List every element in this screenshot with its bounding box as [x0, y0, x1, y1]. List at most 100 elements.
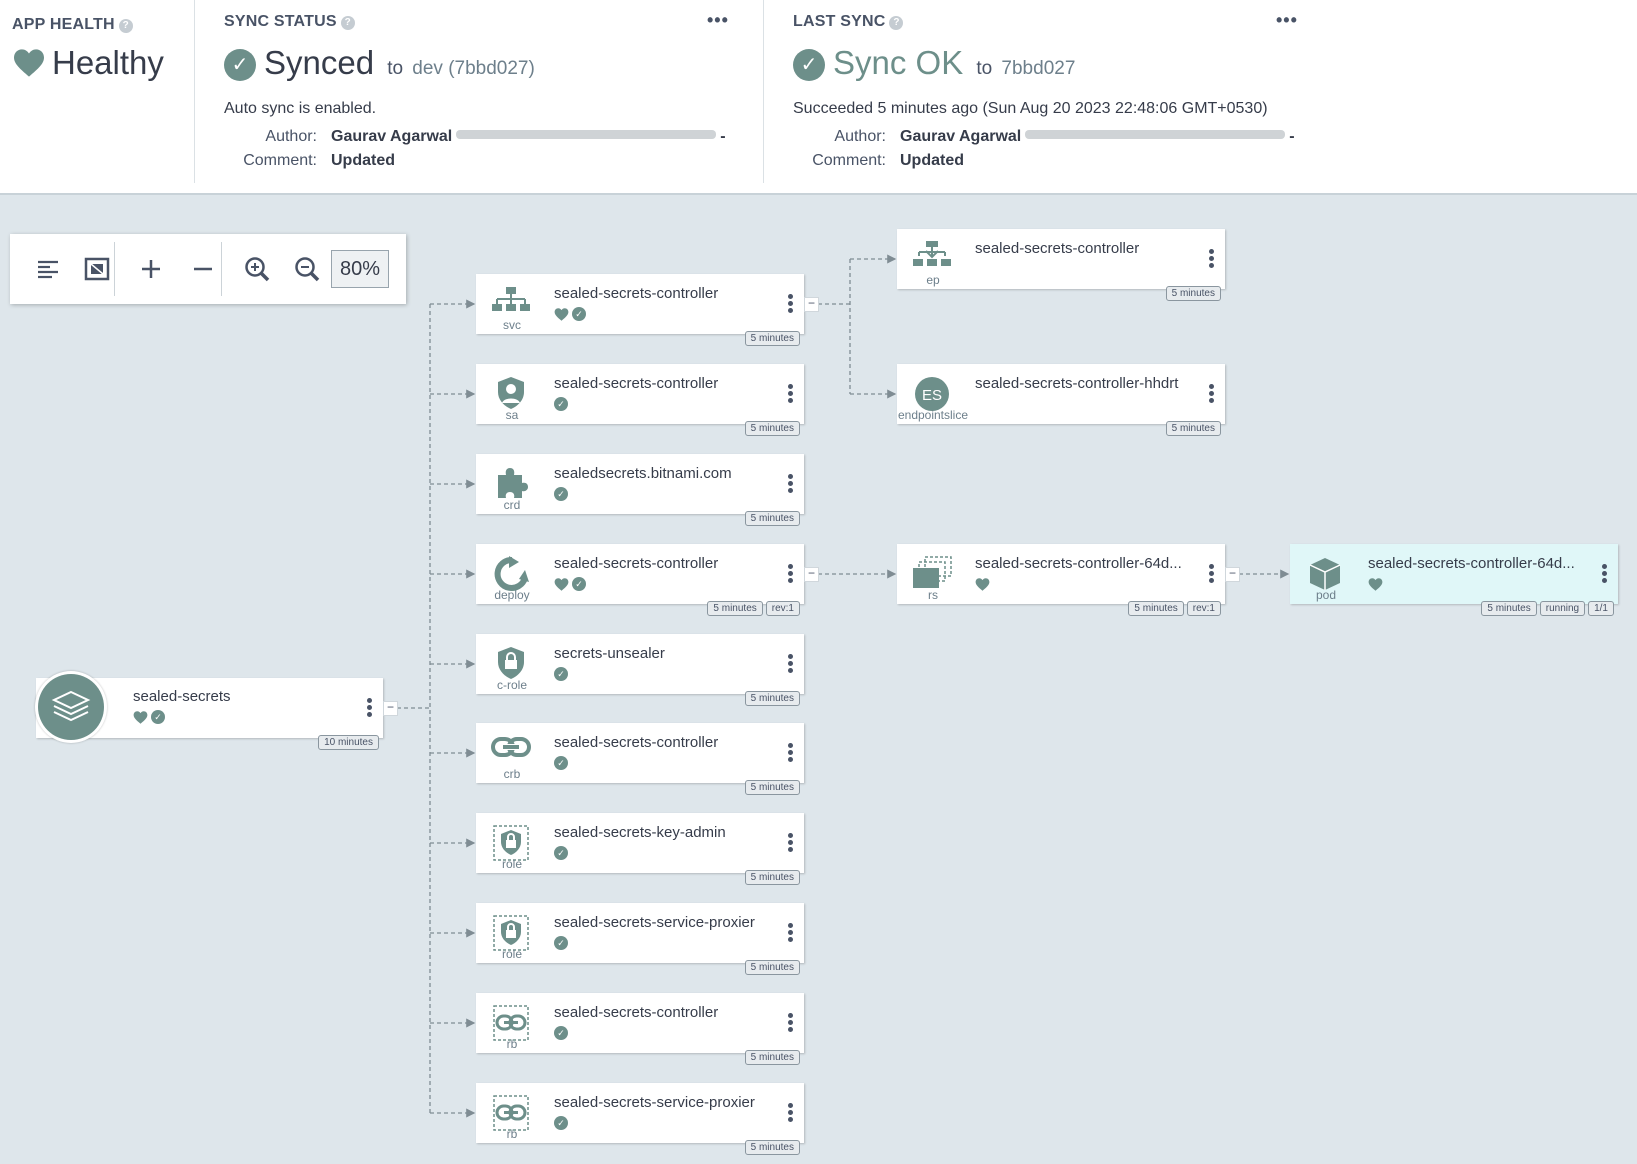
info-badge: 5 minutes: [1165, 421, 1221, 436]
resource-node-endpointslice[interactable]: ES endpointslice sealed-secrets-controller…: [897, 364, 1225, 436]
layers-icon: [51, 690, 91, 722]
node-menu-button[interactable]: [784, 833, 796, 857]
node-menu-button[interactable]: [1205, 384, 1217, 408]
service-icon: [488, 286, 534, 322]
heart-icon: [133, 710, 148, 724]
resource-node-role[interactable]: role sealed-secrets-service-proxier ✓ 5 min…: [476, 903, 804, 975]
resource-node-rb[interactable]: rb sealed-secrets-service-proxier ✓ 5 minut…: [476, 1083, 804, 1155]
info-badge: 5 minutes: [707, 601, 763, 616]
resource-kind-label: sa: [505, 408, 519, 422]
resource-name: secrets-unsealer: [554, 645, 665, 662]
role-binding-icon: [488, 1005, 534, 1041]
resource-name: sealed-secrets-controller: [554, 734, 719, 751]
collapse-toggle[interactable]: −: [1225, 567, 1240, 582]
role-icon: [488, 825, 534, 861]
resource-node-crb[interactable]: crb sealed-secrets-controller ✓ 5 minutes: [476, 723, 804, 795]
info-badge: 5 minutes: [744, 1140, 800, 1155]
info-badge: 5 minutes: [1165, 286, 1221, 301]
endpointslice-icon: ES: [909, 376, 955, 412]
cluster-role-icon: [488, 646, 534, 682]
node-menu-button[interactable]: [1205, 564, 1217, 588]
check-circle-icon: ✓: [572, 307, 586, 321]
resource-node-rs[interactable]: rs sealed-secrets-controller-64d... 5 minu…: [897, 544, 1225, 616]
resource-status: ✓: [554, 396, 568, 412]
resource-node-pod[interactable]: pod sealed-secrets-controller-64d... 5 min…: [1290, 544, 1618, 616]
node-menu-button[interactable]: [784, 474, 796, 498]
node-menu-button[interactable]: [784, 384, 796, 408]
info-badge: running: [1539, 601, 1586, 616]
zoom-out-icon: [295, 257, 320, 282]
node-menu-button[interactable]: [1598, 564, 1610, 588]
replicaset-icon: [909, 556, 955, 592]
node-menu-button[interactable]: [784, 743, 796, 767]
node-menu-button[interactable]: [1205, 249, 1217, 273]
info-badge: 5 minutes: [744, 780, 800, 795]
resource-node-ep[interactable]: ep sealed-secrets-controller 5 minutes: [897, 229, 1225, 301]
resource-name: sealed-secrets-controller-64d...: [975, 555, 1182, 572]
check-circle-icon: ✓: [554, 397, 568, 411]
node-badges: 5 minutes rev:1: [707, 601, 800, 616]
node-badges: 5 minutes: [1165, 286, 1221, 301]
node-menu-button[interactable]: [363, 698, 375, 722]
resource-status: ✓: [554, 666, 568, 682]
collapse-toggle[interactable]: −: [804, 567, 819, 582]
resource-name: sealed-secrets-controller: [554, 1004, 719, 1021]
resource-node-c-role[interactable]: c-role secrets-unsealer ✓ 5 minutes: [476, 634, 804, 706]
resource-name: sealed-secrets-key-admin: [554, 824, 726, 841]
collapse-toggle[interactable]: −: [804, 297, 819, 312]
node-badges: 5 minutes: [744, 870, 800, 885]
pod-icon: [1302, 556, 1348, 592]
node-badges: 5 minutes: [744, 960, 800, 975]
zoom-in-button[interactable]: [232, 234, 282, 304]
node-menu-button[interactable]: [784, 564, 796, 588]
node-menu-button[interactable]: [784, 1103, 796, 1127]
resource-node-rb[interactable]: rb sealed-secrets-controller ✓ 5 minutes: [476, 993, 804, 1065]
resource-node-crd[interactable]: crd sealedsecrets.bitnami.com ✓ 5 minutes: [476, 454, 804, 526]
resource-node-sa[interactable]: sa sealed-secrets-controller ✓ 5 minutes: [476, 364, 804, 436]
puzzle-icon: [488, 466, 534, 502]
resource-name: sealed-secrets-service-proxier: [554, 1094, 755, 1111]
svg-text:ES: ES: [922, 387, 942, 404]
node-menu-button[interactable]: [784, 654, 796, 678]
resource-status: [1368, 576, 1383, 592]
zoom-level[interactable]: 80%: [331, 250, 389, 288]
zoom-in-icon: [245, 257, 270, 282]
resource-kind-label: c-role: [496, 678, 527, 692]
resource-name: sealed-secrets-controller: [554, 285, 719, 302]
align-left-icon: [38, 260, 58, 279]
info-badge: rev:1: [765, 601, 800, 616]
heart-icon: [554, 577, 569, 591]
resource-kind-label: crb: [503, 767, 521, 781]
expand-button[interactable]: [126, 234, 176, 304]
node-menu-button[interactable]: [784, 1013, 796, 1037]
resource-status: [975, 576, 990, 592]
collapse-toggle[interactable]: −: [383, 701, 398, 716]
node-badges: 5 minutes: [744, 511, 800, 526]
node-menu-button[interactable]: [784, 294, 796, 318]
resource-kind-label: role: [501, 857, 522, 871]
check-circle-icon: ✓: [554, 1026, 568, 1040]
check-circle-icon: ✓: [554, 846, 568, 860]
zoom-out-button[interactable]: [282, 234, 332, 304]
resource-status: ✓: [554, 1115, 568, 1131]
fit-screen-icon: [84, 257, 110, 281]
resource-name: sealed-secrets-controller: [554, 375, 719, 392]
resource-status: ✓: [554, 1025, 568, 1041]
resource-node-deploy[interactable]: deploy sealed-secrets-controller ✓ 5 minute…: [476, 544, 804, 616]
align-left-button[interactable]: [23, 234, 73, 304]
resource-status: ✓: [554, 755, 568, 771]
resource-node-role[interactable]: role sealed-secrets-key-admin ✓ 5 minutes: [476, 813, 804, 885]
resource-status: ✓: [554, 576, 586, 592]
check-circle-icon: ✓: [554, 667, 568, 681]
resource-kind-label: deploy: [494, 588, 530, 602]
info-badge: 5 minutes: [744, 960, 800, 975]
node-menu-button[interactable]: [784, 923, 796, 947]
application-name: sealed-secrets: [133, 688, 231, 705]
node-badges: 5 minutes: [744, 1050, 800, 1065]
info-badge: 5 minutes: [744, 870, 800, 885]
resource-kind-label: svc: [503, 318, 521, 332]
resource-node-svc[interactable]: svc sealed-secrets-controller ✓ 5 minutes: [476, 274, 804, 346]
application-root-node[interactable]: sealed-secrets ✓ 10 minutes: [35, 671, 383, 750]
resource-status: ✓: [554, 306, 586, 322]
info-badge: 5 minutes: [744, 331, 800, 346]
